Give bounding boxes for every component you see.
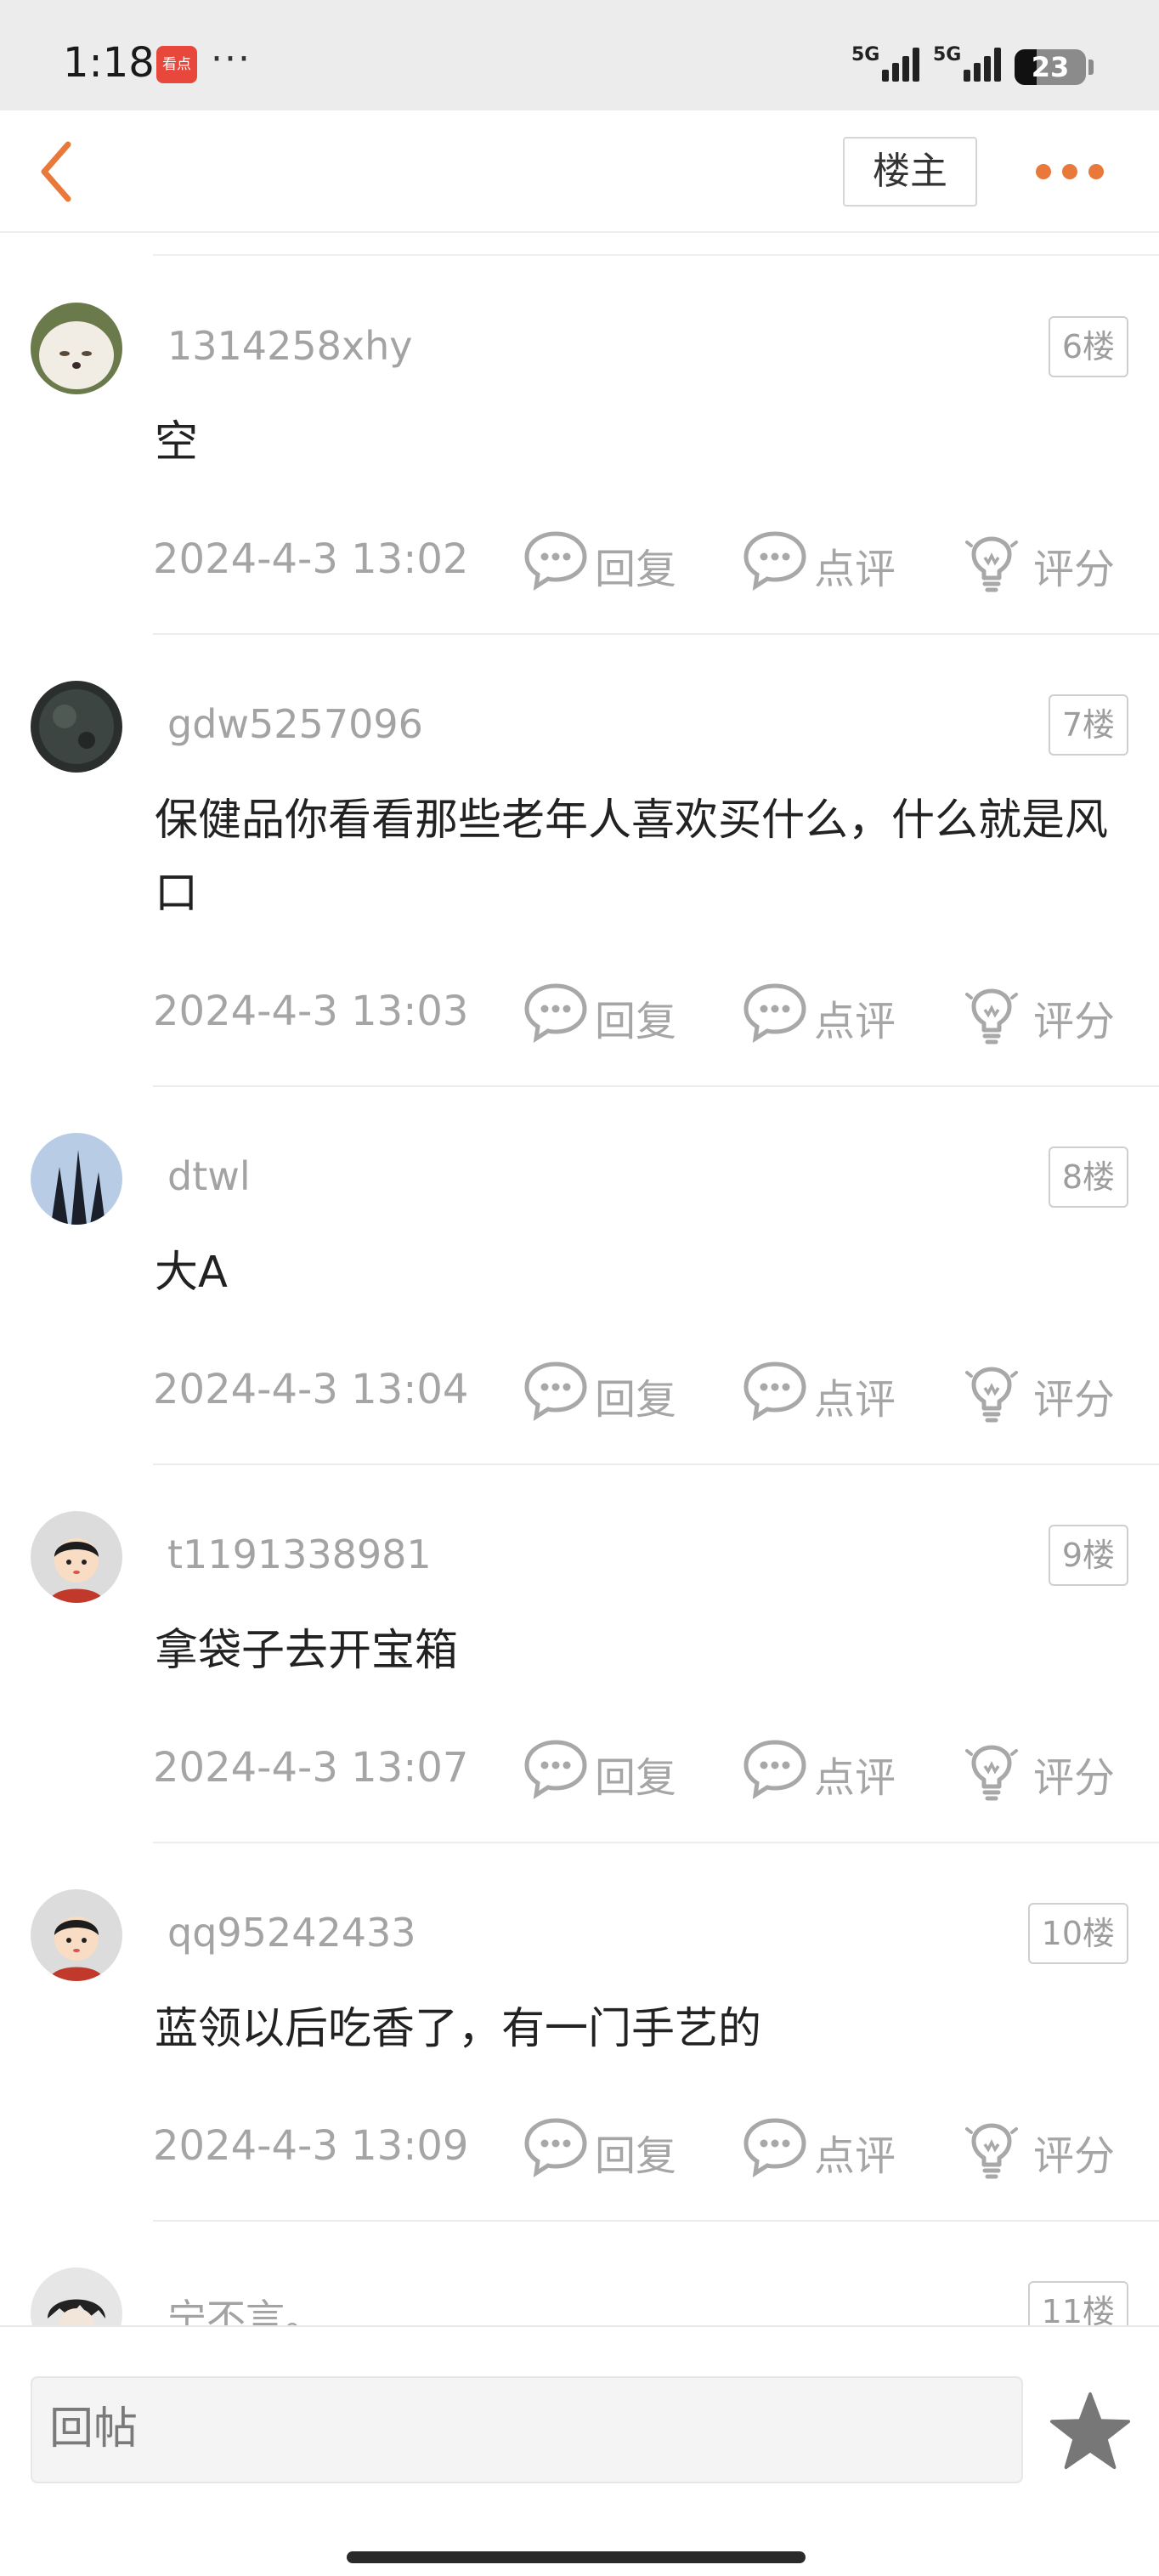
- reply-label: 回复: [595, 546, 677, 593]
- nav-bar: 楼主: [0, 110, 1159, 233]
- lightbulb-icon: [965, 2123, 1018, 2179]
- rate-label: 评分: [1033, 1376, 1116, 1424]
- post-content: 保健品你看看那些老年人喜欢买什么，什么就是风口: [155, 795, 1109, 919]
- divider: [153, 2220, 1159, 2222]
- rate-label: 评分: [1033, 1754, 1116, 1802]
- floor-badge: 10楼: [1027, 1903, 1128, 1964]
- post-username[interactable]: t1191338981: [167, 1531, 432, 1577]
- speech-bubble-icon: [524, 1362, 587, 1422]
- post-content: 大A: [155, 1248, 228, 1298]
- floor-badge: 9楼: [1048, 1525, 1128, 1586]
- lightbulb-icon: [965, 988, 1018, 1045]
- divider: [153, 633, 1159, 635]
- status-bar: 1:18 看点 ··· 5G 5G 23: [0, 0, 1159, 110]
- reply-label: 回复: [595, 1376, 677, 1424]
- speech-bubble-icon: [524, 1740, 587, 1800]
- favorite-star-icon[interactable]: [1049, 2390, 1132, 2471]
- owner-only-button[interactable]: 楼主: [843, 137, 977, 207]
- back-arrow-icon[interactable]: [34, 138, 85, 206]
- floor-badge: 7楼: [1048, 694, 1128, 756]
- post-username[interactable]: dtwl: [167, 1153, 251, 1199]
- post-meta: 2024-4-3 13:02 回复 点评 评分: [153, 527, 1159, 595]
- post-meta: 2024-4-3 13:07 回复 点评 评分: [153, 1735, 1159, 1803]
- battery-icon: 23: [1015, 49, 1086, 85]
- avatar[interactable]: [31, 1511, 122, 1603]
- reply-label: 回复: [595, 1754, 677, 1802]
- app-notification-icon: 看点: [156, 46, 197, 83]
- bottom-reply-bar: 回帖: [0, 2325, 1159, 2576]
- speech-bubble-icon: [743, 1740, 806, 1800]
- battery-level: 23: [1031, 51, 1070, 83]
- comment-label: 点评: [814, 1376, 896, 1424]
- avatar[interactable]: [31, 1889, 122, 1981]
- floor-badge: 8楼: [1048, 1146, 1128, 1208]
- lightbulb-icon: [965, 1367, 1018, 1423]
- post-date: 2024-4-3 13:09: [153, 2122, 469, 2170]
- speech-bubble-icon: [743, 1362, 806, 1422]
- post-username[interactable]: 1314258xhy: [167, 323, 412, 369]
- post-date: 2024-4-3 13:02: [153, 535, 469, 583]
- comment-label: 点评: [814, 546, 896, 593]
- speech-bubble-icon: [524, 531, 587, 592]
- floor-badge: 6楼: [1048, 316, 1128, 377]
- speech-bubble-icon: [524, 2118, 587, 2178]
- more-options-icon[interactable]: [1032, 155, 1108, 189]
- post-meta: 2024-4-3 13:09 回复 点评 评分: [153, 2114, 1159, 2182]
- lightbulb-icon: [965, 536, 1018, 592]
- speech-bubble-icon: [743, 531, 806, 592]
- divider: [153, 1464, 1159, 1465]
- divider: [153, 1085, 1159, 1087]
- rate-label: 评分: [1033, 546, 1116, 593]
- post-username[interactable]: gdw5257096: [167, 701, 423, 747]
- speech-bubble-icon: [743, 983, 806, 1044]
- avatar[interactable]: [31, 681, 122, 773]
- post-meta: 2024-4-3 13:04 回复 点评 评分: [153, 1357, 1159, 1425]
- post-content: 蓝领以后吃香了，有一门手艺的: [155, 2004, 762, 2054]
- rate-label: 评分: [1033, 998, 1116, 1045]
- speech-bubble-icon: [524, 983, 587, 1044]
- post-content: 空: [155, 417, 199, 467]
- reply-label: 回复: [595, 2132, 677, 2180]
- avatar[interactable]: [31, 1133, 122, 1225]
- comment-label: 点评: [814, 1754, 896, 1802]
- comment-label: 点评: [814, 998, 896, 1045]
- more-notifications-indicator: ···: [211, 37, 252, 81]
- avatar[interactable]: [31, 303, 122, 394]
- reply-label: 回复: [595, 998, 677, 1045]
- divider: [153, 254, 1159, 256]
- post-username[interactable]: qq95242433: [167, 1910, 416, 1956]
- rate-label: 评分: [1033, 2132, 1116, 2180]
- post-date: 2024-4-3 13:03: [153, 988, 469, 1035]
- post-date: 2024-4-3 13:04: [153, 1366, 469, 1413]
- post-meta: 2024-4-3 13:03 回复 点评 评分: [153, 979, 1159, 1047]
- comment-label: 点评: [814, 2132, 896, 2180]
- reply-input[interactable]: 回帖: [31, 2376, 1023, 2483]
- post-date: 2024-4-3 13:07: [153, 1744, 469, 1792]
- home-indicator[interactable]: [347, 2551, 806, 2563]
- lightbulb-icon: [965, 1745, 1018, 1801]
- divider: [153, 1842, 1159, 1843]
- post-content: 拿袋子去开宝箱: [155, 1626, 459, 1676]
- status-time: 1:18: [63, 39, 155, 87]
- speech-bubble-icon: [743, 2118, 806, 2178]
